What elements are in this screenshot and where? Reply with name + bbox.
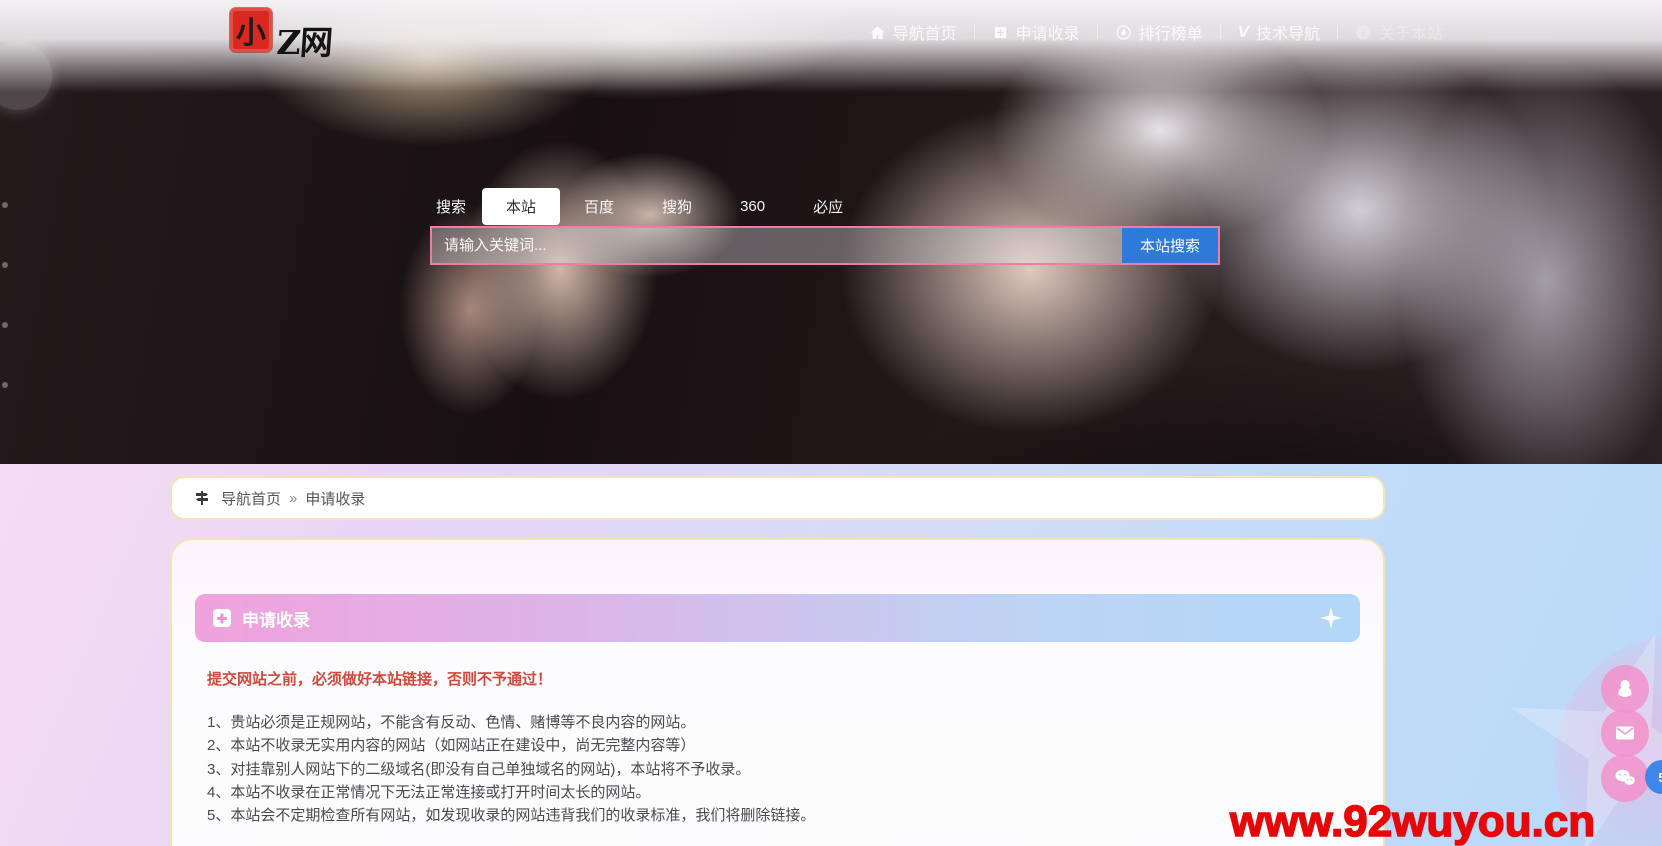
hero-edge-dot [2,262,8,268]
search-bar: 本站搜索 [430,226,1220,265]
apply-card-title: 申请收录 [242,606,310,631]
plus-icon [992,24,1009,41]
fab-wechat-button[interactable] [1601,754,1649,802]
mail-icon [1613,721,1637,745]
nav-item-label: 导航首页 [893,20,957,44]
breadcrumb-separator: » [289,490,297,507]
page: 小 Z网 导航首页 申请收录 [0,0,1662,846]
nav-item-label: 关于本站 [1379,20,1443,44]
logo-seal: 小 [230,8,272,52]
search-engine-tabs: 搜索 本站 百度 搜狗 360 必应 [430,188,1220,225]
nav-item-home[interactable]: 导航首页 [852,20,974,44]
sparkle-icon [1320,607,1342,629]
breadcrumb-current: 申请收录 [305,488,365,509]
nav-item-label: 排行榜单 [1139,20,1203,44]
engine-tab-sogou[interactable]: 搜狗 [638,188,716,225]
search-prefix-label: 搜索 [430,188,482,225]
apply-card-header: 申请收录 [195,594,1360,642]
signpost-icon [194,490,210,506]
qq-icon [1613,677,1637,701]
logo-text: Z网 [275,16,333,64]
engine-tab-360[interactable]: 360 [716,188,789,225]
home-icon [869,24,886,41]
nav-item-about[interactable]: 关于本站 [1338,20,1460,44]
watermark: www.92wuyou.cn [1230,797,1595,846]
site-logo[interactable]: 小 Z网 [230,8,332,64]
rule-item: 4、本站不收录在正常情况下无法正常连接或打开时间太长的网站。 [207,781,1360,804]
submission-warning: 提交网站之前，必须做好本站链接，否则不予通过！ [207,668,1360,689]
content-area: 导航首页 » 申请收录 申请收录 提交网站之前，必须做好本站链接，否则不予通过！… [0,464,1662,846]
search-input[interactable] [432,228,1122,263]
hero-image: 小 Z网 导航首页 申请收录 [0,0,1662,464]
nav-item-label: 技术导航 [1256,20,1320,44]
hero-edge-dot [2,202,8,208]
wechat-icon [1613,766,1637,790]
engine-tab-site[interactable]: 本站 [482,188,560,225]
breadcrumb-home-link[interactable]: 导航首页 [221,488,281,509]
nav-item-label: 申请收录 [1016,20,1080,44]
rule-item: 5、本站会不定期检查所有网站，如发现收录的网站违背我们的收录标准，我们将删除链接… [207,804,1360,827]
nav-item-rank[interactable]: 排行榜单 [1098,20,1220,44]
site-header: 小 Z网 导航首页 申请收录 [0,0,1662,64]
hero-edge-dot [2,382,8,388]
engine-tab-bing[interactable]: 必应 [789,188,867,225]
nav-item-apply[interactable]: 申请收录 [975,20,1097,44]
info-icon [1355,24,1372,41]
submission-rules: 1、贵站必须是正规网站，不能含有反动、色情、赌博等不良内容的网站。 2、本站不收… [195,711,1360,827]
search-submit-button[interactable]: 本站搜索 [1122,228,1218,263]
apply-card: 申请收录 提交网站之前，必须做好本站链接，否则不予通过！ 1、贵站必须是正规网站… [170,538,1385,846]
fab-qq-button[interactable] [1601,665,1649,713]
breadcrumb: 导航首页 » 申请收录 [170,476,1385,520]
hero-edge-dot [2,322,8,328]
v-icon: V [1238,22,1249,42]
top-nav: 导航首页 申请收录 排行榜单 V [852,20,1460,44]
hot-rank-icon [1115,24,1132,41]
rule-item: 3、对挂靠别人网站下的二级域名(即没有自己单独域名的网站)，本站将不予收录。 [207,758,1360,781]
engine-tab-baidu[interactable]: 百度 [560,188,638,225]
fab-mail-button[interactable] [1601,709,1649,757]
nav-item-tech[interactable]: V 技术导航 [1221,20,1337,44]
search-module: 搜索 本站 百度 搜狗 360 必应 本站搜索 [430,188,1220,265]
plus-square-icon [213,609,231,627]
rule-item: 2、本站不收录无实用内容的网站（如网站正在建设中，尚无完整内容等） [207,734,1360,757]
rule-item: 1、贵站必须是正规网站，不能含有反动、色情、赌博等不良内容的网站。 [207,711,1360,734]
